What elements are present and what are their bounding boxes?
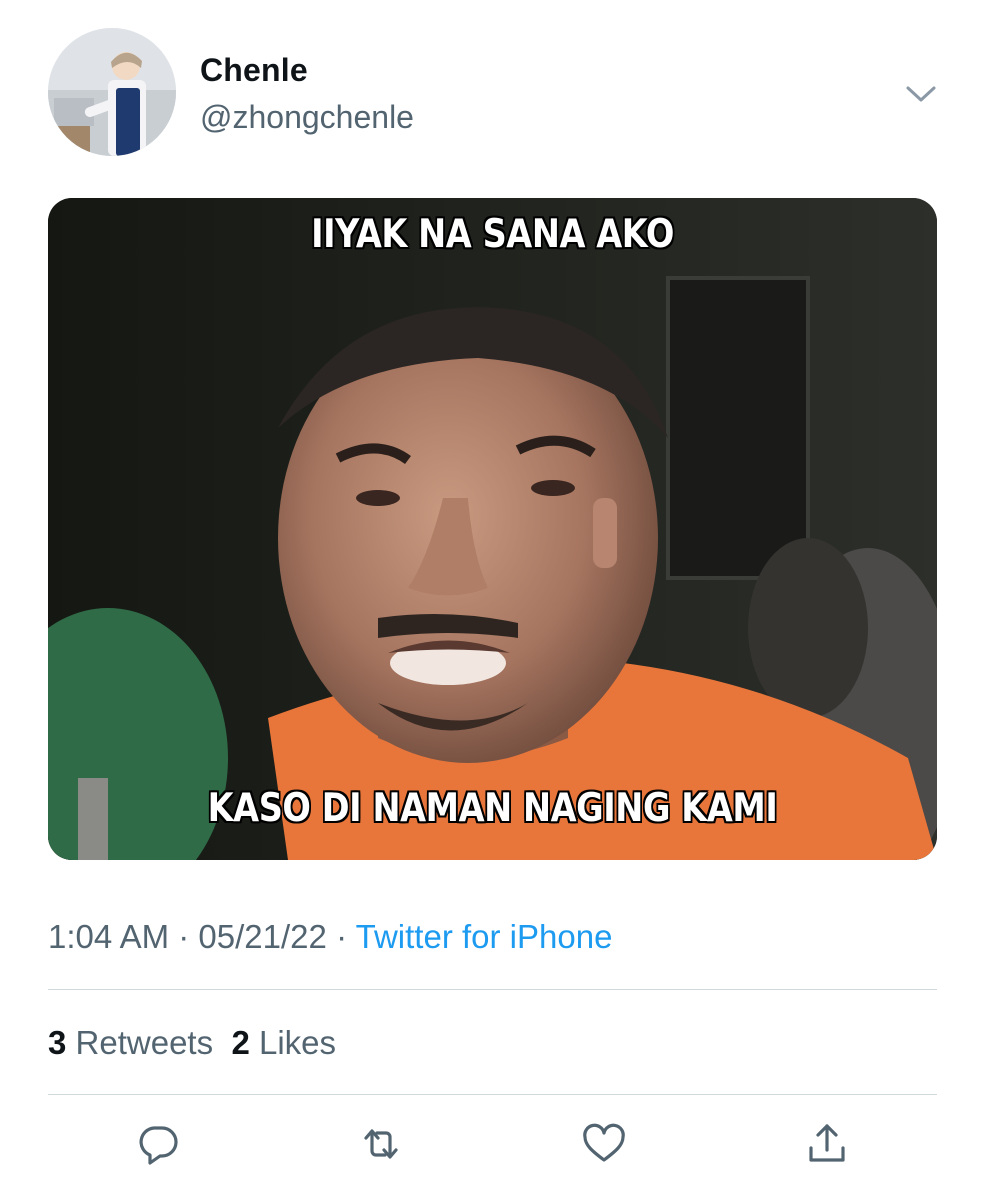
meme-top-caption: IIYAK NA SANA AKO [311,212,674,257]
meta-separator: · [336,918,348,955]
more-options-button[interactable] [904,80,938,106]
share-button[interactable] [803,1120,851,1168]
likes-label: Likes [258,1024,337,1061]
retweets-count: 3 [48,1024,67,1061]
divider [48,1094,937,1095]
reply-button[interactable] [134,1120,182,1168]
avatar[interactable] [48,28,176,156]
tweet-stats: 3 Retweets 2 Likes [48,1024,336,1062]
meme-photo [48,198,937,860]
divider [48,989,937,990]
retweet-button[interactable] [357,1120,405,1168]
meme-bottom-caption: KASO DI NAMAN NAGING KAMI [207,786,778,831]
avatar-photo [48,28,176,156]
reply-icon [139,1126,178,1165]
tweet-meta: 1:04 AM · 05/21/22 · Twitter for iPhone [48,918,612,956]
tweet-date[interactable]: 05/21/22 [198,918,326,955]
tweet-media-image[interactable]: IIYAK NA SANA AKO KASO DI NAMAN NAGING K… [48,198,937,860]
heart-icon [583,1123,625,1162]
author-handle[interactable]: @zhongchenle [200,99,414,136]
likes-count: 2 [231,1024,250,1061]
tweet-time[interactable]: 1:04 AM [48,918,169,955]
like-button[interactable] [580,1120,628,1168]
tweet-source-link[interactable]: Twitter for iPhone [356,918,613,955]
retweets-stat[interactable]: 3 Retweets [48,1024,213,1061]
chevron-down-icon [906,86,936,102]
retweet-icon [364,1129,398,1159]
likes-stat[interactable]: 2 Likes [231,1024,336,1061]
share-icon [809,1124,845,1162]
retweets-label: Retweets [75,1024,214,1061]
author-name[interactable]: Chenle [200,52,308,89]
meta-separator: · [178,918,190,955]
